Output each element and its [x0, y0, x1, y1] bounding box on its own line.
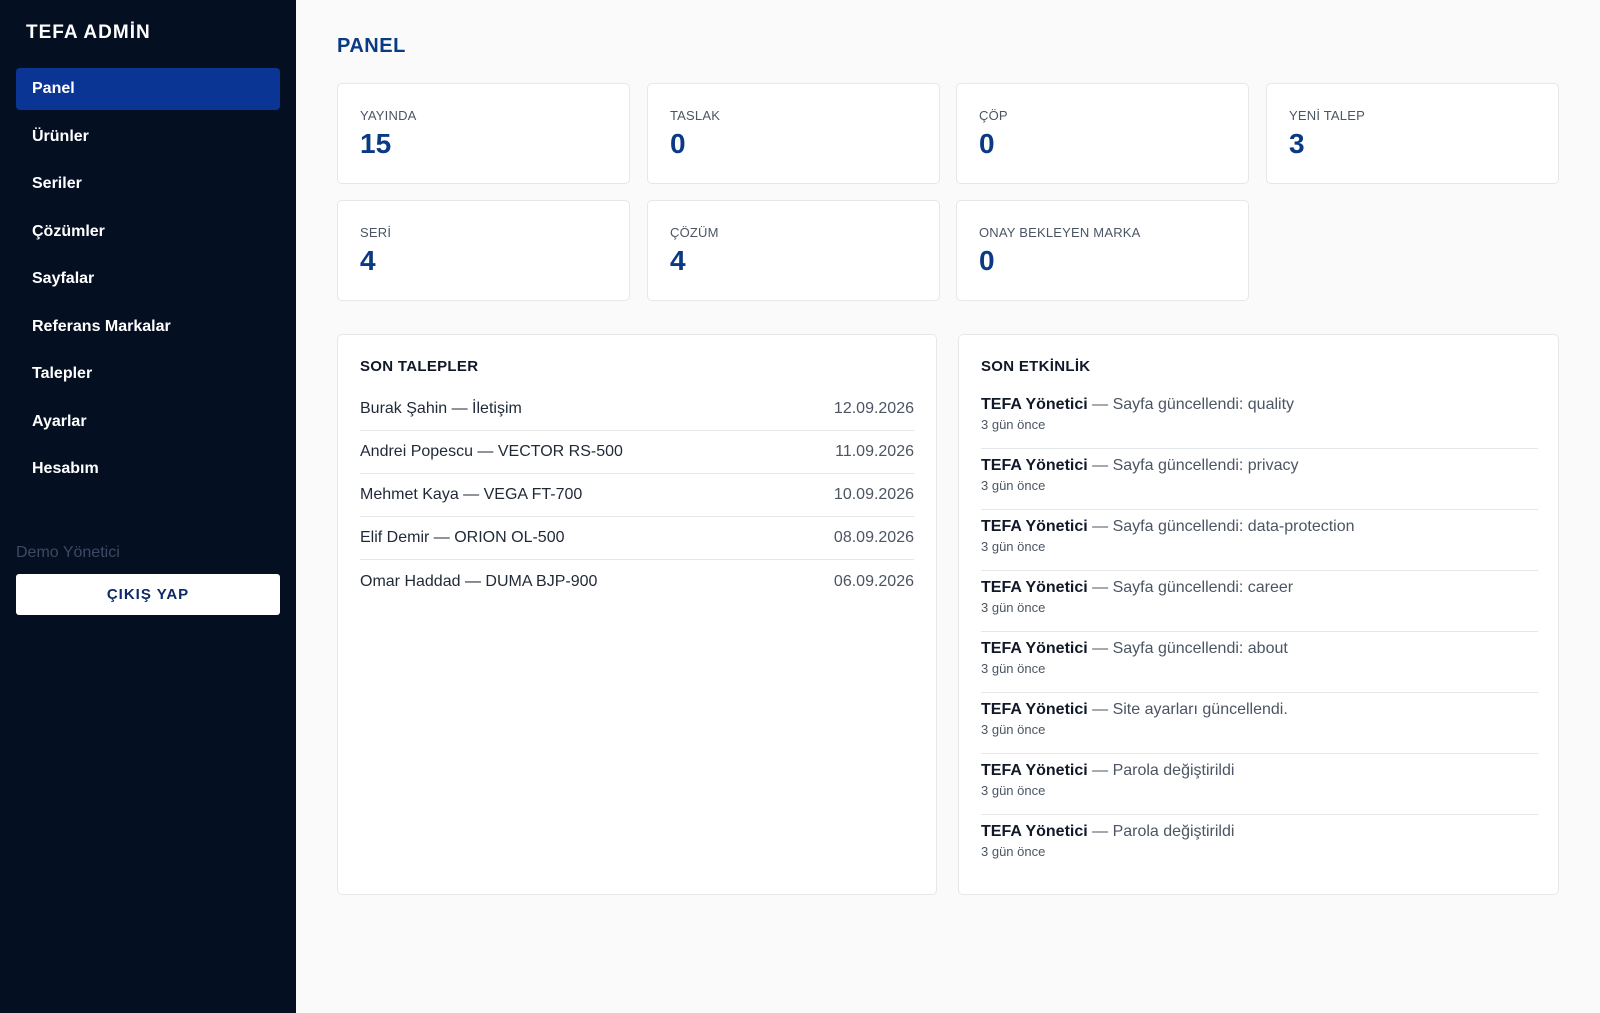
request-row[interactable]: Mehmet Kaya — VEGA FT-700 10.09.2026	[360, 474, 914, 517]
request-date: 08.09.2026	[833, 529, 914, 546]
activity-action: — Sayfa güncellendi: career	[1087, 579, 1294, 596]
sidebar-item-seriler[interactable]: Seriler	[16, 163, 280, 205]
activity-user: TEFA Yönetici	[981, 579, 1088, 596]
activity-action: — Sayfa güncellendi: quality	[1087, 396, 1295, 413]
request-date: 11.09.2026	[835, 443, 914, 460]
activity-row: TEFA Yönetici — Sayfa güncellendi: priva…	[981, 449, 1538, 510]
request-row[interactable]: Andrei Popescu — VECTOR RS-500 11.09.202…	[360, 431, 914, 474]
activity-user: TEFA Yönetici	[981, 518, 1088, 535]
activity-row: TEFA Yönetici — Sayfa güncellendi: about…	[981, 632, 1538, 693]
stat-value: 0	[979, 128, 995, 159]
request-date: 10.09.2026	[833, 486, 914, 503]
request-text: Mehmet Kaya — VEGA FT-700	[360, 486, 583, 503]
request-date: 06.09.2026	[833, 572, 914, 590]
request-row[interactable]: Elif Demir — ORION OL-500 08.09.2026	[360, 517, 914, 560]
activity-user: TEFA Yönetici	[981, 396, 1088, 413]
sidebar-item-panel[interactable]: Panel	[16, 68, 280, 110]
brand-title: TEFA ADMİN	[26, 22, 151, 43]
stat-label: SERİ	[360, 225, 392, 240]
activity-row: TEFA Yönetici — Sayfa güncellendi: data-…	[981, 510, 1538, 571]
stat-label: YAYINDA	[360, 108, 417, 123]
panel-title: SON TALEPLER	[360, 358, 479, 375]
activity-time: 3 gün önce	[981, 661, 1046, 676]
sidebar-nav: Panel Ürünler Seriler Çözümler Sayfalar …	[16, 68, 280, 496]
activity-action: — Site ayarları güncellendi.	[1087, 701, 1288, 718]
activity-list: TEFA Yönetici — Sayfa güncellendi: quali…	[981, 388, 1538, 876]
request-date: 12.09.2026	[833, 400, 914, 417]
current-user-name: Demo Yönetici	[16, 544, 120, 561]
activity-action: — Sayfa güncellendi: about	[1087, 640, 1288, 657]
activity-row: TEFA Yönetici — Parola değiştirildi 3 gü…	[981, 815, 1538, 876]
activity-user: TEFA Yönetici	[981, 701, 1088, 718]
stat-card-cop: ÇÖP 0	[956, 83, 1249, 184]
logout-button[interactable]: ÇIKIŞ YAP	[16, 574, 280, 615]
activity-user: TEFA Yönetici	[981, 640, 1088, 657]
request-row[interactable]: Omar Haddad — DUMA BJP-900 06.09.2026	[360, 560, 914, 603]
activity-time: 3 gün önce	[981, 783, 1046, 798]
activity-action: — Parola değiştirildi	[1087, 823, 1235, 840]
activity-row: TEFA Yönetici — Parola değiştirildi 3 gü…	[981, 754, 1538, 815]
panel-title: SON ETKİNLİK	[981, 358, 1091, 375]
stat-value: 4	[360, 245, 376, 276]
sidebar: TEFA ADMİN Panel Ürünler Seriler Çözümle…	[0, 0, 296, 1013]
recent-requests-panel: SON TALEPLER Burak Şahin — İletişim 12.0…	[337, 334, 937, 895]
sidebar-item-ayarlar[interactable]: Ayarlar	[16, 401, 280, 443]
stat-value: 0	[670, 128, 686, 159]
activity-action: — Sayfa güncellendi: privacy	[1087, 457, 1299, 474]
stat-card-cozum: ÇÖZÜM 4	[647, 200, 940, 301]
activity-time: 3 gün önce	[981, 539, 1046, 554]
activity-action: — Sayfa güncellendi: data-protection	[1087, 518, 1355, 535]
sidebar-item-talepler[interactable]: Talepler	[16, 353, 280, 395]
request-text: Elif Demir — ORION OL-500	[360, 529, 565, 546]
main-content: PANEL YAYINDA 15 TASLAK 0 ÇÖP 0 YENİ TAL…	[296, 0, 1600, 1013]
stat-label: ÇÖP	[979, 108, 1008, 123]
activity-time: 3 gün önce	[981, 844, 1046, 859]
recent-activity-panel: SON ETKİNLİK TEFA Yönetici — Sayfa günce…	[958, 334, 1559, 895]
stat-value: 3	[1289, 128, 1305, 159]
activity-action: — Parola değiştirildi	[1087, 762, 1235, 779]
stat-card-taslak: TASLAK 0	[647, 83, 940, 184]
request-text: Burak Şahin — İletişim	[360, 400, 522, 417]
stat-label: TASLAK	[670, 108, 721, 123]
stat-label: YENİ TALEP	[1289, 108, 1365, 123]
activity-user: TEFA Yönetici	[981, 762, 1088, 779]
activity-time: 3 gün önce	[981, 417, 1046, 432]
stat-label: ONAY BEKLEYEN MARKA	[979, 225, 1141, 240]
sidebar-item-referans-markalar[interactable]: Referans Markalar	[16, 306, 280, 348]
requests-list: Burak Şahin — İletişim 12.09.2026 Andrei…	[360, 388, 914, 603]
activity-user: TEFA Yönetici	[981, 457, 1088, 474]
page-title: PANEL	[337, 35, 406, 57]
stat-card-onay-bekleyen-marka: ONAY BEKLEYEN MARKA 0	[956, 200, 1249, 301]
activity-time: 3 gün önce	[981, 478, 1046, 493]
activity-row: TEFA Yönetici — Sayfa güncellendi: caree…	[981, 571, 1538, 632]
sidebar-item-urunler[interactable]: Ürünler	[16, 116, 280, 158]
activity-user: TEFA Yönetici	[981, 823, 1088, 840]
stat-value: 0	[979, 245, 995, 276]
activity-row: TEFA Yönetici — Site ayarları güncellend…	[981, 693, 1538, 754]
sidebar-item-hesabim[interactable]: Hesabım	[16, 448, 280, 490]
request-text: Omar Haddad — DUMA BJP-900	[360, 572, 598, 590]
request-text: Andrei Popescu — VECTOR RS-500	[360, 443, 623, 460]
activity-time: 3 gün önce	[981, 722, 1046, 737]
stat-value: 15	[360, 128, 392, 159]
stat-card-yayinda: YAYINDA 15	[337, 83, 630, 184]
sidebar-item-sayfalar[interactable]: Sayfalar	[16, 258, 280, 300]
stat-card-yeni-talep: YENİ TALEP 3	[1266, 83, 1559, 184]
activity-time: 3 gün önce	[981, 600, 1046, 615]
stat-value: 4	[670, 245, 686, 276]
sidebar-item-cozumler[interactable]: Çözümler	[16, 211, 280, 253]
stat-label: ÇÖZÜM	[670, 225, 719, 240]
request-row[interactable]: Burak Şahin — İletişim 12.09.2026	[360, 388, 914, 431]
stat-card-seri: SERİ 4	[337, 200, 630, 301]
activity-row: TEFA Yönetici — Sayfa güncellendi: quali…	[981, 388, 1538, 449]
